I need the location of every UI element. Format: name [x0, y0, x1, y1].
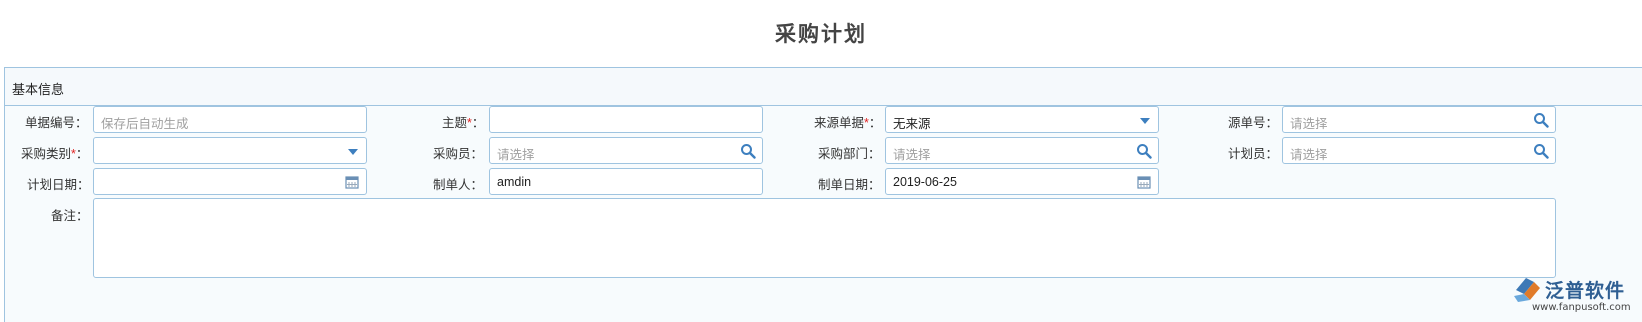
- create-date-field[interactable]: 2019-06-25: [885, 168, 1159, 195]
- brand-watermark: 泛普软件 www.fanpusoft.com: [1512, 274, 1642, 322]
- remark-textarea[interactable]: [93, 198, 1556, 278]
- search-icon[interactable]: [1533, 112, 1549, 128]
- remark-label: 备注：: [51, 209, 89, 223]
- creator-field[interactable]: amdin: [489, 168, 763, 195]
- search-icon[interactable]: [1533, 143, 1549, 159]
- bill-no-label: 单据编号：: [25, 116, 88, 130]
- page-title: 采购计划: [775, 21, 867, 46]
- search-icon[interactable]: [740, 143, 756, 159]
- planner-field[interactable]: 请选择: [1282, 137, 1556, 164]
- brand-url: www.fanpusoft.com: [1532, 302, 1631, 313]
- brand-name: 泛普软件: [1545, 280, 1626, 302]
- creator-value: amdin: [497, 175, 532, 189]
- subject-field[interactable]: [489, 106, 763, 133]
- plan-date-field[interactable]: [93, 168, 367, 195]
- creator-label: 制单人：: [433, 178, 484, 192]
- source-bill-value: 无来源: [893, 117, 931, 131]
- planner-label: 计划员：: [1228, 147, 1279, 161]
- source-no-label: 源单号：: [1228, 116, 1279, 130]
- chevron-down-icon[interactable]: [348, 149, 358, 155]
- purchase-type-select[interactable]: [93, 137, 367, 164]
- bill-no-placeholder: 保存后自动生成: [101, 117, 189, 131]
- calendar-icon[interactable]: [1136, 174, 1152, 190]
- purchase-dept-field[interactable]: 请选择: [885, 137, 1159, 164]
- planner-placeholder: 请选择: [1290, 148, 1328, 162]
- source-bill-label: 来源单据*：: [814, 116, 882, 130]
- purchase-type-label: 采购类别*：: [21, 147, 89, 161]
- section-header: 基本信息: [5, 68, 1642, 106]
- buyer-label: 采购员：: [433, 147, 484, 161]
- purchase-dept-placeholder: 请选择: [893, 148, 931, 162]
- source-no-field[interactable]: 请选择: [1282, 106, 1556, 133]
- plan-date-label: 计划日期：: [27, 178, 90, 192]
- create-date-value: 2019-06-25: [893, 175, 957, 189]
- purchase-dept-label: 采购部门：: [818, 147, 881, 161]
- source-no-placeholder: 请选择: [1290, 117, 1328, 131]
- brand-logo-icon: [1514, 278, 1540, 302]
- search-icon[interactable]: [1136, 143, 1152, 159]
- create-date-label: 制单日期：: [818, 178, 881, 192]
- source-bill-select[interactable]: 无来源: [885, 106, 1159, 133]
- bill-no-field[interactable]: 保存后自动生成: [93, 106, 367, 133]
- subject-label: 主题*：: [442, 116, 485, 130]
- chevron-down-icon[interactable]: [1140, 118, 1150, 124]
- calendar-icon[interactable]: [344, 174, 360, 190]
- buyer-field[interactable]: 请选择: [489, 137, 763, 164]
- section-title: 基本信息: [12, 82, 65, 97]
- buyer-placeholder: 请选择: [497, 148, 535, 162]
